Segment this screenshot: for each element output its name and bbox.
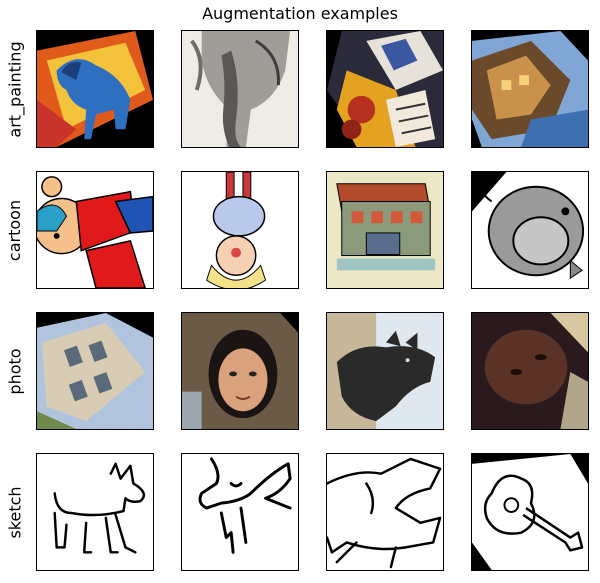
image-art-painting-still-life: [326, 30, 444, 148]
row-label-photo: photo: [0, 312, 30, 430]
row-label-text: sketch: [5, 485, 25, 539]
image-cartoon-building: [326, 171, 444, 289]
image-photo-building: [36, 312, 154, 430]
row-label-text: art_painting: [5, 40, 25, 138]
image-art-painting-elephant: [181, 30, 299, 148]
image-cartoon-boy: [36, 171, 154, 289]
image-photo-person: [181, 312, 299, 430]
image-photo-face: [471, 312, 589, 430]
row-label-cartoon: cartoon: [0, 171, 30, 289]
image-art-painting-house: [471, 30, 589, 148]
image-sketch-dog: [36, 453, 154, 571]
figure-title: Augmentation examples: [202, 4, 398, 23]
image-photo-dog: [326, 312, 444, 430]
row-label-art-painting: art_painting: [0, 30, 30, 148]
row-label-sketch: sketch: [0, 453, 30, 571]
image-art-painting-horse: [36, 30, 154, 148]
image-cartoon-girl: [181, 171, 299, 289]
image-sketch-horse: [181, 453, 299, 571]
image-sketch-guitar: [471, 453, 589, 571]
image-sketch-elephant: [326, 453, 444, 571]
image-cartoon-elephant: [471, 171, 589, 289]
row-label-text: cartoon: [5, 199, 25, 261]
row-label-text: photo: [5, 347, 25, 395]
